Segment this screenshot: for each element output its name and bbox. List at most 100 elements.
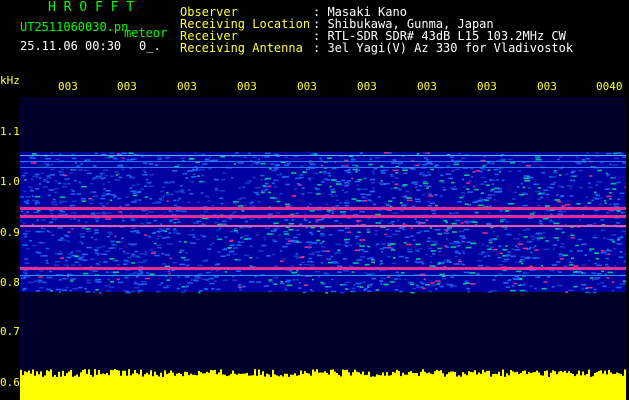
spectrogram-pixel xyxy=(617,243,623,245)
spectrogram-pixel xyxy=(101,253,108,255)
spectrogram-pixel xyxy=(451,222,457,225)
spectrogram-pixel xyxy=(331,290,337,293)
spectrogram-pixel xyxy=(351,157,355,159)
spectrogram-pixel xyxy=(484,180,488,183)
spectrogram-pixel xyxy=(471,221,478,223)
noise-floor-spike xyxy=(24,371,26,379)
noise-floor-spike xyxy=(406,374,408,379)
noise-floor-spike xyxy=(42,376,44,379)
spectrogram-pixel xyxy=(381,243,387,245)
spectrogram-pixel xyxy=(478,204,484,207)
spectrogram-pixel xyxy=(86,279,91,281)
spectrogram-pixel xyxy=(195,277,202,279)
noise-floor-spike xyxy=(616,372,618,379)
spectrogram-pixel xyxy=(109,199,113,202)
spectrogram-pixel xyxy=(78,240,83,243)
spectrogram-pixel xyxy=(339,291,345,294)
spectrogram-pixel xyxy=(105,271,109,273)
spectrogram-pixel xyxy=(352,262,359,264)
spectrogram-pixel xyxy=(296,183,300,185)
spectrogram-pixel xyxy=(340,189,344,191)
spectrogram-pixel xyxy=(71,212,77,214)
spectrogram-pixel xyxy=(113,196,116,199)
spectrogram-pixel xyxy=(249,257,253,259)
noise-floor-spike xyxy=(594,372,596,379)
spectrogram-pixel xyxy=(64,178,70,180)
noise-floor-spike xyxy=(584,375,586,379)
spectrogram-pixel xyxy=(114,235,117,238)
spectrogram-pixel xyxy=(112,244,118,246)
time-tick: 003 xyxy=(417,80,437,93)
spectrogram-pixel xyxy=(556,194,559,196)
noise-floor-spike xyxy=(540,375,542,379)
spectrogram-pixel xyxy=(329,185,332,188)
noise-floor-spike xyxy=(528,372,530,379)
spectrogram-pixel xyxy=(220,190,226,192)
spectrogram-pixel xyxy=(263,238,267,241)
spectrogram-pixel xyxy=(350,159,356,161)
spectrogram-pixel xyxy=(49,163,54,166)
spectrogram-pixel xyxy=(69,289,73,292)
spectrogram-pixel xyxy=(102,169,109,172)
spectrogram-pixel xyxy=(250,201,254,204)
spectrogram-pixel xyxy=(608,203,612,205)
spectrogram-pixel xyxy=(78,258,82,260)
spectrogram-pixel xyxy=(61,186,68,188)
spectrogram-pixel xyxy=(293,236,298,239)
spectrogram-pixel xyxy=(173,199,176,202)
spectrogram-pixel xyxy=(600,229,606,232)
spectrogram-pixel xyxy=(326,179,330,181)
spectrogram-pixel xyxy=(344,204,349,207)
noise-floor-spike xyxy=(148,374,150,379)
noise-floor-spike xyxy=(106,373,108,379)
spectrogram-pixel xyxy=(404,236,410,239)
spectrogram-pixel xyxy=(370,283,373,285)
spectrogram-pixel xyxy=(558,174,562,176)
spectrogram-pixel xyxy=(340,211,346,213)
noise-floor-spike xyxy=(462,372,464,379)
noise-floor-spike xyxy=(172,372,174,379)
noise-floor-spike xyxy=(278,376,280,379)
spectrogram-pixel xyxy=(244,204,247,207)
spectrogram-pixel xyxy=(439,180,444,182)
spectrogram-pixel xyxy=(538,220,543,222)
spectrogram-pixel xyxy=(255,187,261,189)
noise-floor-spike xyxy=(556,374,558,379)
spectrogram-pixel xyxy=(244,182,251,184)
spectrogram-pixel xyxy=(383,246,389,249)
spectrogram-pixel xyxy=(593,196,597,199)
spectrogram-pixel xyxy=(343,240,348,243)
spectrogram-pixel xyxy=(513,282,518,285)
spectrogram-pixel xyxy=(394,289,399,291)
spectrogram-pixel xyxy=(587,202,591,204)
spectrogram-pixel xyxy=(185,264,190,267)
noise-floor-spike xyxy=(430,373,432,379)
spectrogram-pixel xyxy=(543,236,547,239)
spectrogram-pixel xyxy=(35,250,40,253)
spectrogram-pixel xyxy=(559,195,564,197)
spectrogram-pixel xyxy=(459,235,466,237)
spectrogram-pixel xyxy=(334,252,337,255)
spectrogram-pixel xyxy=(415,200,421,203)
noise-floor-spike xyxy=(232,370,234,379)
spectrogram-pixel xyxy=(331,179,337,181)
spectrogram-pixel xyxy=(619,192,625,195)
spectrogram-pixel xyxy=(210,204,216,207)
spectrogram-pixel xyxy=(23,287,27,290)
spectrogram-pixel xyxy=(220,255,226,257)
spectrogram-pixel xyxy=(566,185,573,187)
spectrogram-pixel xyxy=(291,172,297,174)
spectrogram-pixel xyxy=(379,263,382,266)
spectrogram-pixel xyxy=(130,255,137,258)
spectrogram-pixel xyxy=(48,189,55,191)
spectrogram-pixel xyxy=(372,203,376,206)
spectrogram-pixel xyxy=(298,282,301,284)
noise-floor-spike xyxy=(510,370,512,379)
spectrogram-pixel xyxy=(341,179,346,182)
spectrogram-pixel xyxy=(372,172,376,175)
spectrogram-pixel xyxy=(269,168,272,170)
spectrogram-pixel xyxy=(575,156,579,158)
spectrogram-pixel xyxy=(442,186,446,189)
spectrogram-pixel xyxy=(539,196,543,199)
spectrogram-pixel xyxy=(442,277,447,280)
